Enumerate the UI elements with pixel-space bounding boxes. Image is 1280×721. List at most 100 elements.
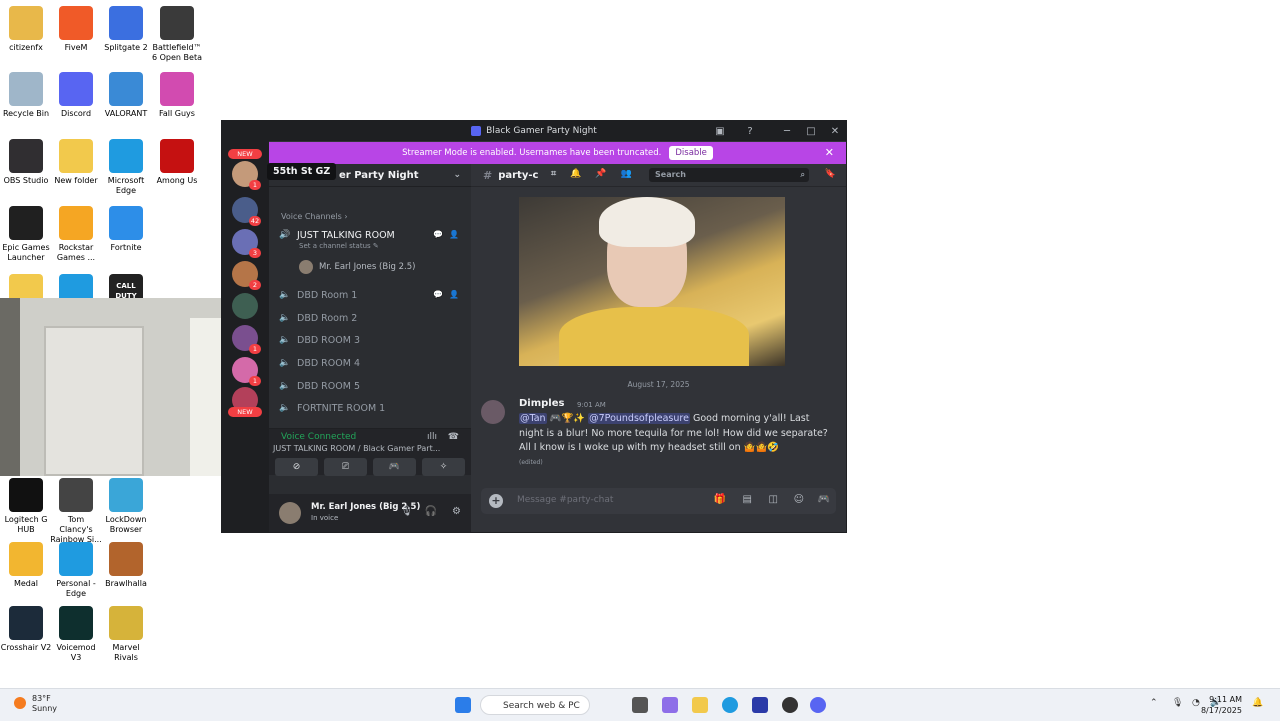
- gift-icon[interactable]: 🎁: [714, 494, 726, 505]
- desktop-icon[interactable]: Battlefield™ 6 Open Beta: [151, 6, 203, 63]
- search-input[interactable]: Search ⌕: [649, 168, 809, 182]
- desktop-icon[interactable]: Medal: [0, 542, 52, 589]
- plus-icon[interactable]: +: [489, 494, 503, 508]
- apps-icon[interactable]: 🎮: [818, 494, 830, 505]
- gif-icon[interactable]: ▤: [743, 494, 752, 505]
- message-input[interactable]: Message #party-chat: [517, 495, 613, 505]
- sticker-icon[interactable]: ◫: [769, 494, 778, 505]
- server-icon[interactable]: 1: [232, 325, 261, 354]
- voice-location[interactable]: JUST TALKING ROOM / Black Gamer Part...: [273, 444, 440, 453]
- avatar[interactable]: [481, 400, 505, 424]
- desktop-icon[interactable]: Fall Guys: [151, 72, 203, 119]
- close-banner-icon[interactable]: ✕: [825, 146, 834, 159]
- windows-start-icon[interactable]: [455, 697, 471, 713]
- chevron-down-icon: ⌄: [453, 170, 461, 180]
- voice-channel-dbd-2[interactable]: 🔈 DBD Room 2: [279, 309, 463, 327]
- clock[interactable]: 9:11 AM 8/17/2025: [1201, 694, 1242, 716]
- taskbar-search[interactable]: Search web & PC: [480, 695, 590, 715]
- chat-icon[interactable]: 💬: [433, 230, 443, 239]
- desktop-icon[interactable]: Fortnite: [100, 206, 152, 253]
- app-icon[interactable]: [782, 697, 798, 713]
- channel-status[interactable]: Set a channel status ✎: [299, 242, 379, 250]
- desktop-icon[interactable]: citizenfx: [0, 6, 52, 53]
- chevron-up-icon[interactable]: ⌃: [1150, 698, 1158, 708]
- headphones-icon[interactable]: 🎧: [425, 506, 437, 517]
- voice-channel-dbd-5[interactable]: 🔈 DBD ROOM 5: [279, 377, 463, 395]
- help-icon[interactable]: ?: [739, 121, 761, 141]
- notification-bell-icon[interactable]: 🔔: [1252, 698, 1263, 708]
- desktop-icon[interactable]: Tom Clancy's Rainbow Si...: [50, 478, 102, 545]
- bell-icon[interactable]: 🔔: [570, 169, 581, 179]
- disconnect-icon[interactable]: ☎: [448, 432, 459, 442]
- desktop-icon[interactable]: Personal - Edge: [50, 542, 102, 599]
- edge-icon[interactable]: [722, 697, 738, 713]
- disable-button[interactable]: Disable: [669, 146, 713, 160]
- desktop-icon[interactable]: LockDown Browser: [100, 478, 152, 535]
- desktop-icon[interactable]: Discord: [50, 72, 102, 119]
- voice-connected-label[interactable]: Voice Connected: [281, 432, 356, 442]
- avatar[interactable]: [279, 502, 301, 524]
- pin-icon[interactable]: 📌: [595, 169, 606, 179]
- minimize-button[interactable]: ─: [776, 121, 798, 141]
- desktop-icon[interactable]: Splitgate 2: [100, 6, 152, 53]
- soundboard-button[interactable]: ✧: [422, 458, 465, 476]
- desktop-icon[interactable]: FiveM: [50, 6, 102, 53]
- voice-channels-category[interactable]: Voice Channels ›: [281, 212, 348, 221]
- screen-share-button[interactable]: ⎚: [324, 458, 367, 476]
- bookmark-icon[interactable]: 🔖: [825, 169, 836, 179]
- desktop-icon[interactable]: Brawlhalla: [100, 542, 152, 589]
- gif-image[interactable]: [519, 197, 785, 366]
- voice-channel-fortnite-1[interactable]: 🔈 FORTNITE ROOM 1: [279, 399, 463, 417]
- desktop-icon[interactable]: Epic Games Launcher: [0, 206, 52, 263]
- server-icon[interactable]: 42: [232, 197, 261, 226]
- message-composer[interactable]: + Message #party-chat 🎁 ▤ ◫ ☺ 🎮: [481, 488, 836, 514]
- inbox-icon[interactable]: ▣: [709, 121, 731, 141]
- noise-suppression-icon[interactable]: ıllı: [427, 432, 437, 442]
- mention[interactable]: @Tan: [519, 413, 547, 424]
- desktop-icon[interactable]: Microsoft Edge: [100, 139, 152, 196]
- desktop-icon[interactable]: Crosshair V2: [0, 606, 52, 653]
- voice-channel-dbd-3[interactable]: 🔈 DBD ROOM 3: [279, 331, 463, 349]
- message-author[interactable]: Dimples: [519, 398, 564, 409]
- member-list-icon[interactable]: 👥: [621, 169, 632, 179]
- server-icon[interactable]: 2: [232, 261, 261, 290]
- camera-off-button[interactable]: ⊘: [275, 458, 318, 476]
- emoji-picker-icon[interactable]: ☺: [794, 494, 804, 505]
- wifi-icon[interactable]: ◔: [1192, 698, 1200, 708]
- file-explorer-icon[interactable]: [692, 697, 708, 713]
- gear-icon[interactable]: ⚙: [452, 506, 461, 517]
- desktop-icon[interactable]: Recycle Bin: [0, 72, 52, 119]
- activity-button[interactable]: 🎮: [373, 458, 416, 476]
- add-member-icon[interactable]: 👤: [449, 230, 459, 239]
- launcher-icon[interactable]: [752, 697, 768, 713]
- desktop-icon[interactable]: Among Us: [151, 139, 203, 186]
- maximize-button[interactable]: □: [800, 121, 822, 141]
- voice-user[interactable]: Mr. Earl Jones (Big 2.5): [299, 260, 415, 274]
- desktop-icon[interactable]: Rockstar Games ...: [50, 206, 102, 263]
- desktop-icon[interactable]: OBS Studio: [0, 139, 52, 186]
- desktop-icon[interactable]: Marvel Rivals: [100, 606, 152, 663]
- voice-channel-dbd-1[interactable]: 🔈 DBD Room 1 💬 👤: [279, 286, 463, 304]
- microphone-icon[interactable]: 🎙: [1172, 698, 1183, 708]
- microphone-icon[interactable]: 🎙: [400, 506, 413, 517]
- weather-widget[interactable]: 83°F Sunny: [14, 694, 57, 714]
- server-icon[interactable]: 1: [232, 161, 261, 190]
- chat-icon[interactable]: 💬: [433, 290, 443, 299]
- discord-taskbar-icon[interactable]: [810, 697, 826, 713]
- desktop-icon[interactable]: VALORANT: [100, 72, 152, 119]
- task-view-icon[interactable]: [632, 697, 648, 713]
- mention[interactable]: @7Poundsofpleasure: [588, 413, 690, 424]
- emoji-icon: 🤷🤷🤣: [743, 442, 780, 453]
- add-member-icon[interactable]: 👤: [449, 290, 459, 299]
- server-icon[interactable]: 1: [232, 357, 261, 386]
- desktop-icon[interactable]: New folder: [50, 139, 102, 186]
- app-icon: [160, 6, 194, 40]
- server-icon[interactable]: 3: [232, 229, 261, 258]
- copilot-icon[interactable]: [662, 697, 678, 713]
- desktop-icon[interactable]: Voicemod V3: [50, 606, 102, 663]
- close-button[interactable]: ✕: [824, 121, 846, 141]
- server-icon[interactable]: [232, 293, 258, 319]
- threads-icon[interactable]: ⌗: [551, 169, 556, 179]
- voice-channel-dbd-4[interactable]: 🔈 DBD ROOM 4: [279, 354, 463, 372]
- desktop-icon[interactable]: Logitech G HUB: [0, 478, 52, 535]
